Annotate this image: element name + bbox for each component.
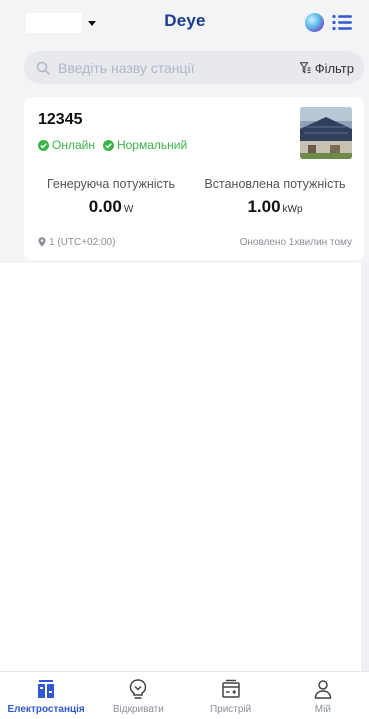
caret-down-icon <box>88 20 96 26</box>
generation-value: 0.00 <box>88 197 122 216</box>
list-menu-icon[interactable] <box>332 14 352 31</box>
globe-avatar-icon[interactable] <box>305 13 324 32</box>
generation-label: Генеруюча потужність <box>46 177 176 191</box>
nav-item-device[interactable]: Пристрій <box>185 672 277 719</box>
installed-value-row: 1.00 kWp <box>200 197 350 217</box>
scroll-track <box>361 263 369 671</box>
generation-metric: Генеруюча потужність 0.00 W <box>36 177 186 217</box>
header: Deye <box>0 0 369 44</box>
installed-label: Встановлена потужність <box>204 177 346 191</box>
brand-logo: Deye <box>164 11 206 30</box>
filter-button[interactable]: Фільтр <box>299 59 354 77</box>
user-icon <box>314 680 332 699</box>
location-pin-icon <box>38 237 46 247</box>
generation-value-row: 0.00 W <box>36 197 186 217</box>
solar-panel-icon <box>38 680 55 698</box>
generation-unit: W <box>123 204 134 215</box>
search-bar: Фільтр <box>24 51 364 84</box>
status-row: Онлайн Нормальний <box>38 138 195 152</box>
nav-item-me[interactable]: Мій <box>277 672 369 719</box>
installed-metric: Встановлена потужність 1.00 kWp <box>200 177 350 217</box>
card-footer: 1 (UTC+02:00) Оновлено 1хвилин тому <box>38 235 352 249</box>
app-root: Deye Фільтр 12345 <box>0 0 369 719</box>
station-photo <box>300 107 352 159</box>
nav-label-discover: Відкривати <box>112 704 164 715</box>
nav-item-power-station[interactable]: Електростанція <box>0 672 92 719</box>
updated-time: Оновлено 1хвилин тому <box>239 236 352 248</box>
search-input[interactable] <box>58 59 258 76</box>
lightbulb-icon <box>130 679 147 699</box>
location: 1 (UTC+02:00) <box>38 237 115 248</box>
station-card[interactable]: 12345 Онлайн Нормальний Генеруюча потужн… <box>24 97 364 260</box>
status-normal: Нормальний <box>102 138 188 152</box>
nav-label-me: Мій <box>314 704 331 715</box>
location-text: 1 (UTC+02:00) <box>49 236 116 248</box>
check-circle-icon <box>102 139 114 151</box>
check-circle-icon <box>38 139 49 151</box>
filter-icon <box>299 62 311 74</box>
nav-label-device: Пристрій <box>209 704 252 715</box>
nav-label-power-station: Електростанція <box>7 704 85 715</box>
status-normal-label: Нормальний <box>116 138 188 152</box>
battery-device-icon <box>221 679 240 698</box>
station-selector-value <box>26 13 82 33</box>
status-online: Онлайн <box>38 138 95 152</box>
filter-label: Фільтр <box>314 60 354 76</box>
station-selector[interactable] <box>26 12 106 34</box>
search-icon <box>36 61 50 75</box>
bottom-nav: Електростанція Відкривати Пристрій Мій <box>0 671 369 719</box>
installed-value: 1.00 <box>247 197 281 216</box>
nav-item-discover[interactable]: Відкривати <box>92 672 184 719</box>
status-online-label: Онлайн <box>52 138 95 152</box>
content-area <box>0 263 369 671</box>
station-name: 12345 <box>38 111 83 128</box>
installed-unit: kWp <box>282 204 303 215</box>
